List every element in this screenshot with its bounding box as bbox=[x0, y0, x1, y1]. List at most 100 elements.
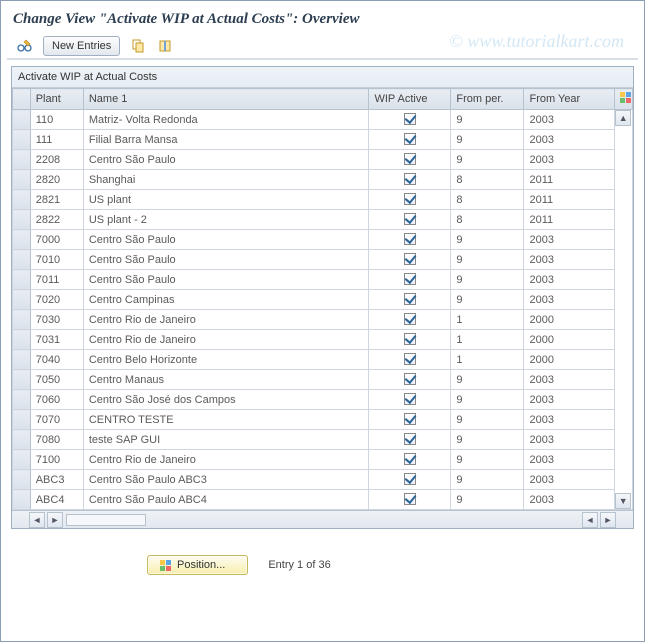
row-selector[interactable] bbox=[13, 230, 31, 250]
row-selector[interactable] bbox=[13, 410, 31, 430]
select-all-header[interactable] bbox=[13, 89, 31, 110]
cell-plant[interactable]: 7031 bbox=[30, 330, 83, 350]
cell-name[interactable]: CENTRO TESTE bbox=[83, 410, 369, 430]
row-selector[interactable] bbox=[13, 130, 31, 150]
cell-from-year[interactable]: 2003 bbox=[524, 230, 615, 250]
table-row[interactable]: ABC3Centro São Paulo ABC392003 bbox=[13, 470, 633, 490]
col-header-name[interactable]: Name 1 bbox=[83, 89, 369, 110]
cell-plant[interactable]: 2820 bbox=[30, 170, 83, 190]
row-selector[interactable] bbox=[13, 190, 31, 210]
table-row[interactable]: 7040Centro Belo Horizonte12000 bbox=[13, 350, 633, 370]
cell-plant[interactable]: 7040 bbox=[30, 350, 83, 370]
cell-from-year[interactable]: 2011 bbox=[524, 210, 615, 230]
scroll-left-button[interactable]: ◄ bbox=[29, 512, 45, 528]
table-row[interactable]: 2208Centro São Paulo92003 bbox=[13, 150, 633, 170]
checkbox-checked-icon[interactable] bbox=[404, 393, 416, 405]
cell-from-per[interactable]: 9 bbox=[451, 410, 524, 430]
cell-from-year[interactable]: 2003 bbox=[524, 110, 615, 130]
checkbox-checked-icon[interactable] bbox=[404, 113, 416, 125]
cell-name[interactable]: Centro São Paulo bbox=[83, 270, 369, 290]
cell-wip[interactable] bbox=[369, 450, 451, 470]
scroll-down-button[interactable]: ▼ bbox=[615, 493, 631, 509]
vertical-scrollbar[interactable]: ▲▼ bbox=[615, 110, 633, 510]
new-entries-button[interactable]: New Entries bbox=[43, 36, 120, 56]
cell-from-year[interactable]: 2003 bbox=[524, 390, 615, 410]
cell-wip[interactable] bbox=[369, 230, 451, 250]
cell-name[interactable]: Centro São Paulo ABC3 bbox=[83, 470, 369, 490]
cell-name[interactable]: Centro Manaus bbox=[83, 370, 369, 390]
cell-from-year[interactable]: 2003 bbox=[524, 290, 615, 310]
cell-plant[interactable]: 7030 bbox=[30, 310, 83, 330]
cell-plant[interactable]: 2208 bbox=[30, 150, 83, 170]
row-selector[interactable] bbox=[13, 390, 31, 410]
cell-from-per[interactable]: 9 bbox=[451, 290, 524, 310]
cell-from-per[interactable]: 9 bbox=[451, 470, 524, 490]
table-row[interactable]: 7030Centro Rio de Janeiro12000 bbox=[13, 310, 633, 330]
cell-wip[interactable] bbox=[369, 170, 451, 190]
row-selector[interactable] bbox=[13, 170, 31, 190]
cell-from-per[interactable]: 8 bbox=[451, 210, 524, 230]
cell-from-year[interactable]: 2003 bbox=[524, 150, 615, 170]
cell-from-per[interactable]: 1 bbox=[451, 350, 524, 370]
col-header-plant[interactable]: Plant bbox=[30, 89, 83, 110]
cell-name[interactable]: Centro São Paulo bbox=[83, 150, 369, 170]
cell-plant[interactable]: 2821 bbox=[30, 190, 83, 210]
cell-plant[interactable]: 2822 bbox=[30, 210, 83, 230]
cell-wip[interactable] bbox=[369, 190, 451, 210]
checkbox-checked-icon[interactable] bbox=[404, 193, 416, 205]
cell-plant[interactable]: 7010 bbox=[30, 250, 83, 270]
cell-from-year[interactable]: 2000 bbox=[524, 330, 615, 350]
cell-wip[interactable] bbox=[369, 250, 451, 270]
row-selector[interactable] bbox=[13, 430, 31, 450]
table-row[interactable]: 7080teste SAP GUI92003 bbox=[13, 430, 633, 450]
cell-plant[interactable]: ABC3 bbox=[30, 470, 83, 490]
row-selector[interactable] bbox=[13, 450, 31, 470]
row-selector[interactable] bbox=[13, 310, 31, 330]
table-row[interactable]: 110Matriz- Volta Redonda92003▲▼ bbox=[13, 110, 633, 130]
cell-wip[interactable] bbox=[369, 210, 451, 230]
cell-from-per[interactable]: 9 bbox=[451, 270, 524, 290]
checkbox-checked-icon[interactable] bbox=[404, 473, 416, 485]
col-header-from-year[interactable]: From Year bbox=[524, 89, 615, 110]
row-selector[interactable] bbox=[13, 110, 31, 130]
cell-wip[interactable] bbox=[369, 130, 451, 150]
checkbox-checked-icon[interactable] bbox=[404, 373, 416, 385]
cell-wip[interactable] bbox=[369, 370, 451, 390]
cell-name[interactable]: Centro Rio de Janeiro bbox=[83, 450, 369, 470]
cell-plant[interactable]: 7100 bbox=[30, 450, 83, 470]
cell-from-year[interactable]: 2011 bbox=[524, 190, 615, 210]
row-selector[interactable] bbox=[13, 330, 31, 350]
cell-name[interactable]: Matriz- Volta Redonda bbox=[83, 110, 369, 130]
cell-wip[interactable] bbox=[369, 470, 451, 490]
cell-name[interactable]: Centro São José dos Campos bbox=[83, 390, 369, 410]
table-row[interactable]: 7060Centro São José dos Campos92003 bbox=[13, 390, 633, 410]
cell-from-per[interactable]: 8 bbox=[451, 170, 524, 190]
scroll-right-end-button[interactable]: ► bbox=[600, 512, 616, 528]
cell-name[interactable]: Centro Rio de Janeiro bbox=[83, 310, 369, 330]
table-row[interactable]: ABC4Centro São Paulo ABC492003 bbox=[13, 490, 633, 510]
cell-from-per[interactable]: 8 bbox=[451, 190, 524, 210]
col-header-wip[interactable]: WIP Active bbox=[369, 89, 451, 110]
cell-wip[interactable] bbox=[369, 110, 451, 130]
cell-name[interactable]: Centro São Paulo bbox=[83, 230, 369, 250]
checkbox-checked-icon[interactable] bbox=[404, 293, 416, 305]
cell-from-per[interactable]: 9 bbox=[451, 230, 524, 250]
checkbox-checked-icon[interactable] bbox=[404, 153, 416, 165]
cell-from-per[interactable]: 9 bbox=[451, 370, 524, 390]
delimit-button[interactable] bbox=[156, 36, 176, 56]
checkbox-checked-icon[interactable] bbox=[404, 233, 416, 245]
col-header-from-per[interactable]: From per. bbox=[451, 89, 524, 110]
row-selector[interactable] bbox=[13, 270, 31, 290]
hscroll-track[interactable] bbox=[66, 514, 146, 526]
cell-from-year[interactable]: 2003 bbox=[524, 490, 615, 510]
cell-from-per[interactable]: 9 bbox=[451, 490, 524, 510]
table-row[interactable]: 7020Centro Campinas92003 bbox=[13, 290, 633, 310]
cell-name[interactable]: Centro Rio de Janeiro bbox=[83, 330, 369, 350]
cell-name[interactable]: Centro São Paulo bbox=[83, 250, 369, 270]
checkbox-checked-icon[interactable] bbox=[404, 313, 416, 325]
cell-from-per[interactable]: 9 bbox=[451, 110, 524, 130]
checkbox-checked-icon[interactable] bbox=[404, 413, 416, 425]
cell-plant[interactable]: 7070 bbox=[30, 410, 83, 430]
toggle-change-button[interactable] bbox=[15, 36, 35, 56]
checkbox-checked-icon[interactable] bbox=[404, 333, 416, 345]
